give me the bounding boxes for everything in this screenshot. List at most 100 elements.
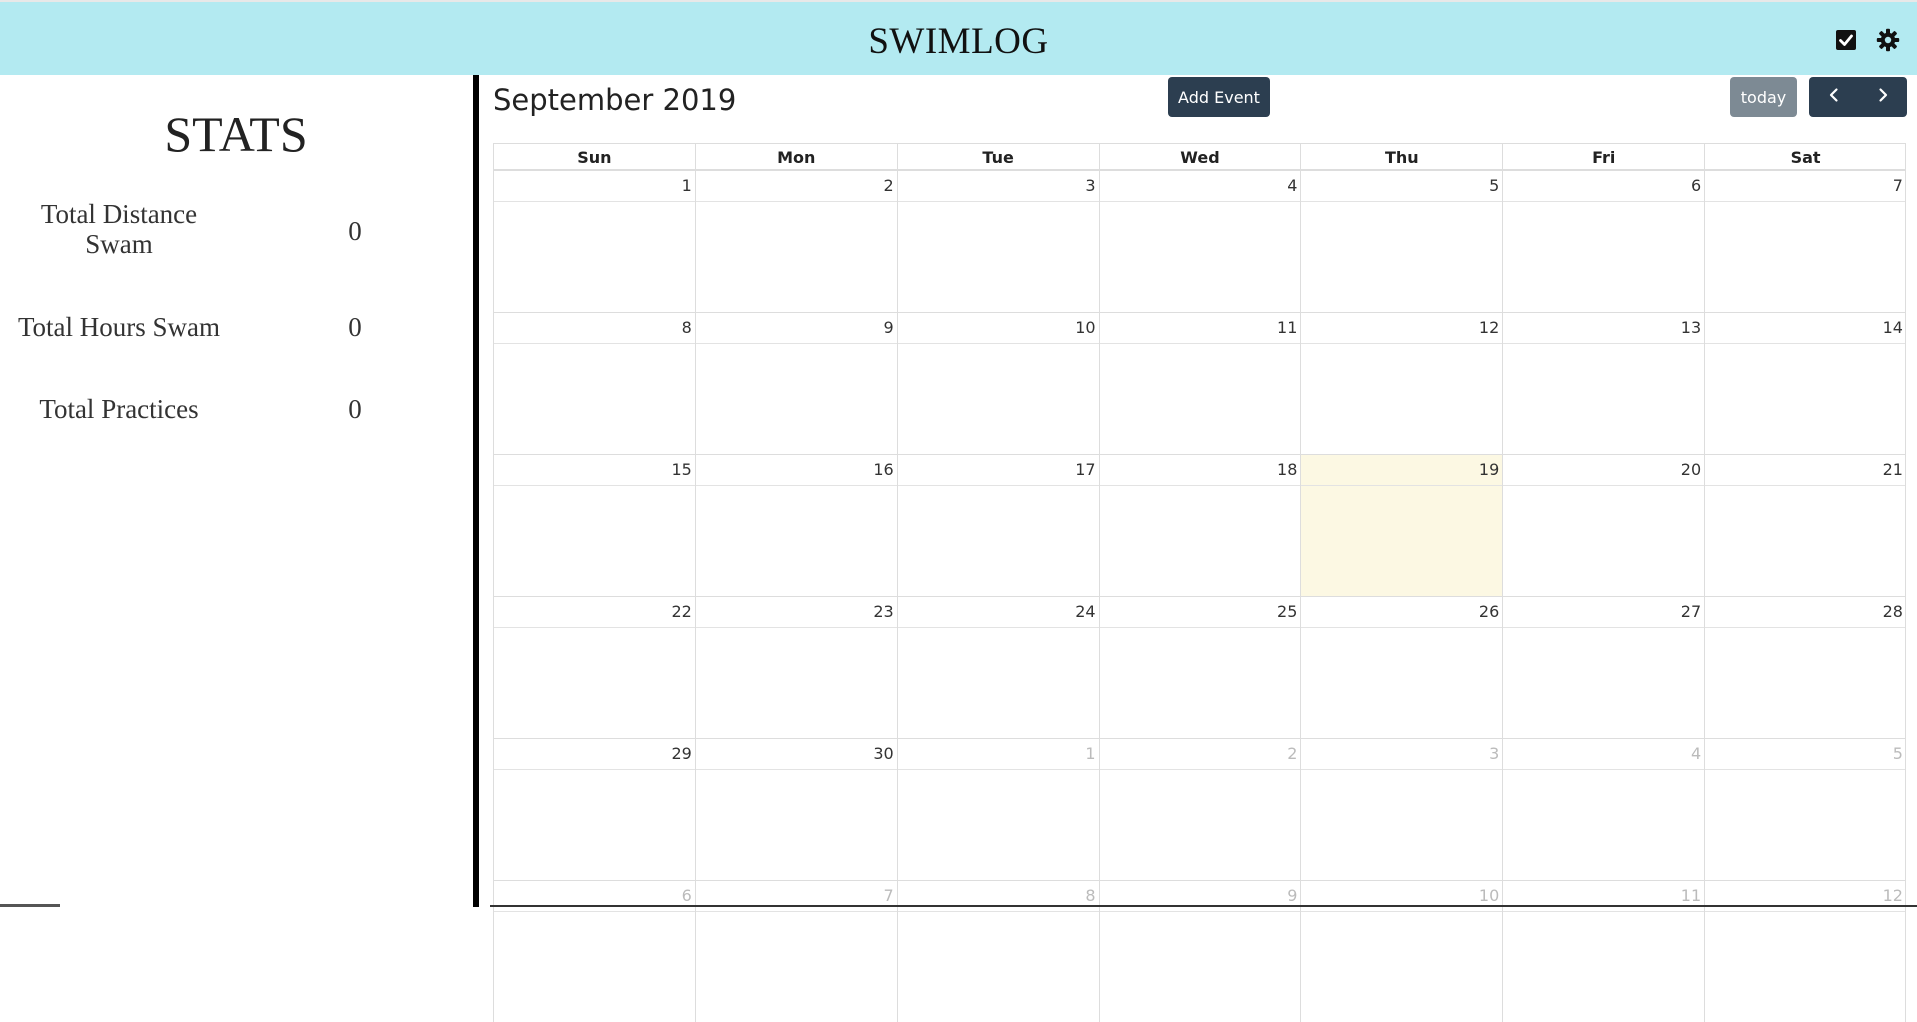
day-cell[interactable]: 8 xyxy=(896,880,1099,1022)
day-number[interactable]: 19 xyxy=(1479,459,1499,481)
day-number-divider xyxy=(494,485,695,486)
day-number[interactable]: 22 xyxy=(671,601,691,623)
day-number[interactable]: 8 xyxy=(1085,885,1095,907)
day-number[interactable]: 5 xyxy=(1893,743,1903,765)
day-number-divider xyxy=(897,343,1099,344)
day-number[interactable]: 20 xyxy=(1681,459,1701,481)
day-number[interactable]: 4 xyxy=(1691,743,1701,765)
day-cell[interactable]: 5 xyxy=(1300,170,1503,312)
day-cell[interactable]: 2 xyxy=(1098,738,1301,880)
day-cell[interactable]: 5 xyxy=(1704,738,1906,880)
day-number[interactable]: 23 xyxy=(873,601,893,623)
grid-right-border xyxy=(1905,143,1906,1022)
day-number[interactable]: 29 xyxy=(671,743,691,765)
day-number[interactable]: 11 xyxy=(1681,885,1701,907)
day-number[interactable]: 1 xyxy=(1085,743,1095,765)
day-number-divider xyxy=(897,485,1099,486)
day-cell[interactable]: 7 xyxy=(694,880,897,1022)
day-cell[interactable]: 22 xyxy=(493,596,695,738)
day-cell[interactable]: 6 xyxy=(493,880,695,1022)
today-button[interactable]: today xyxy=(1730,77,1797,117)
day-number-divider xyxy=(494,911,695,912)
day-cell[interactable]: 2 xyxy=(694,170,897,312)
day-number[interactable]: 10 xyxy=(1075,317,1095,339)
day-cell[interactable]: 12 xyxy=(1300,312,1503,454)
day-number[interactable]: 18 xyxy=(1277,459,1297,481)
day-cell[interactable]: 8 xyxy=(493,312,695,454)
next-month-button[interactable] xyxy=(1858,77,1907,117)
day-cell[interactable]: 4 xyxy=(1502,738,1705,880)
day-number[interactable]: 24 xyxy=(1075,601,1095,623)
day-cell[interactable]: 28 xyxy=(1704,596,1906,738)
day-cell[interactable]: 24 xyxy=(896,596,1099,738)
day-cell[interactable]: 14 xyxy=(1704,312,1906,454)
day-cell[interactable]: 1 xyxy=(896,738,1099,880)
day-cell[interactable]: 3 xyxy=(896,170,1099,312)
day-cell[interactable]: 26 xyxy=(1300,596,1503,738)
day-number[interactable]: 14 xyxy=(1883,317,1903,339)
day-cell[interactable]: 19 xyxy=(1300,454,1503,596)
day-cell[interactable]: 11 xyxy=(1098,312,1301,454)
day-number[interactable]: 13 xyxy=(1681,317,1701,339)
day-number[interactable]: 7 xyxy=(1893,175,1903,197)
gear-icon[interactable] xyxy=(1876,28,1900,52)
day-cell[interactable]: 23 xyxy=(694,596,897,738)
day-cell[interactable]: 1 xyxy=(493,170,695,312)
day-cell[interactable]: 7 xyxy=(1704,170,1906,312)
day-number[interactable]: 1 xyxy=(682,175,692,197)
day-cell[interactable]: 18 xyxy=(1098,454,1301,596)
day-number[interactable]: 25 xyxy=(1277,601,1297,623)
day-number-divider xyxy=(695,627,897,628)
day-number[interactable]: 26 xyxy=(1479,601,1499,623)
day-number[interactable]: 7 xyxy=(884,885,894,907)
day-number[interactable]: 8 xyxy=(682,317,692,339)
day-cell[interactable]: 21 xyxy=(1704,454,1906,596)
day-number[interactable]: 21 xyxy=(1883,459,1903,481)
day-number[interactable]: 3 xyxy=(1489,743,1499,765)
day-cell[interactable]: 4 xyxy=(1098,170,1301,312)
day-number[interactable]: 6 xyxy=(682,885,692,907)
day-cell[interactable]: 9 xyxy=(1098,880,1301,1022)
day-cell[interactable]: 13 xyxy=(1502,312,1705,454)
day-cell[interactable]: 17 xyxy=(896,454,1099,596)
day-number[interactable]: 4 xyxy=(1287,175,1297,197)
day-number[interactable]: 9 xyxy=(1287,885,1297,907)
day-number[interactable]: 10 xyxy=(1479,885,1499,907)
day-cell[interactable]: 15 xyxy=(493,454,695,596)
day-cell[interactable]: 3 xyxy=(1300,738,1503,880)
day-cell[interactable]: 11 xyxy=(1502,880,1705,1022)
weekday-header-tue: Tue xyxy=(896,143,1099,170)
day-number[interactable]: 3 xyxy=(1085,175,1095,197)
day-number[interactable]: 15 xyxy=(671,459,691,481)
checkbox-icon[interactable] xyxy=(1834,28,1858,52)
day-number-divider xyxy=(1503,911,1705,912)
day-cell[interactable]: 10 xyxy=(1300,880,1503,1022)
day-cell[interactable]: 27 xyxy=(1502,596,1705,738)
day-number[interactable]: 30 xyxy=(873,743,893,765)
day-cell[interactable]: 9 xyxy=(694,312,897,454)
stat-value-distance: 0 xyxy=(348,216,362,246)
day-number[interactable]: 12 xyxy=(1479,317,1499,339)
day-cell[interactable]: 16 xyxy=(694,454,897,596)
day-cell[interactable]: 20 xyxy=(1502,454,1705,596)
day-number[interactable]: 5 xyxy=(1489,175,1499,197)
day-number[interactable]: 17 xyxy=(1075,459,1095,481)
day-number[interactable]: 28 xyxy=(1883,601,1903,623)
day-cell[interactable]: 6 xyxy=(1502,170,1705,312)
day-cell[interactable]: 10 xyxy=(896,312,1099,454)
day-number[interactable]: 2 xyxy=(1287,743,1297,765)
day-cell[interactable]: 12 xyxy=(1704,880,1906,1022)
day-number[interactable]: 11 xyxy=(1277,317,1297,339)
day-number[interactable]: 12 xyxy=(1883,885,1903,907)
day-cell[interactable]: 29 xyxy=(493,738,695,880)
day-number[interactable]: 6 xyxy=(1691,175,1701,197)
day-number[interactable]: 27 xyxy=(1681,601,1701,623)
day-number[interactable]: 2 xyxy=(884,175,894,197)
day-number[interactable]: 16 xyxy=(873,459,893,481)
prev-month-button[interactable] xyxy=(1809,77,1858,117)
day-number[interactable]: 9 xyxy=(884,317,894,339)
day-cell[interactable]: 30 xyxy=(694,738,897,880)
add-event-button[interactable]: Add Event xyxy=(1168,77,1270,117)
app-title: SWIMLOG xyxy=(868,21,1049,62)
day-cell[interactable]: 25 xyxy=(1098,596,1301,738)
